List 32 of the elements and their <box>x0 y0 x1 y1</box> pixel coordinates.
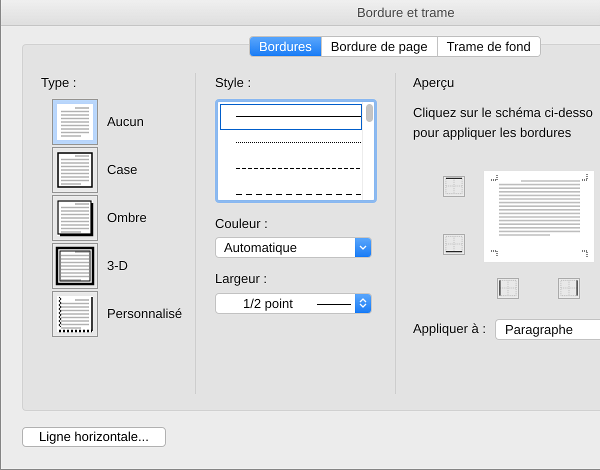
option-label: Ombre <box>107 209 147 228</box>
apply-to-label: Appliquer à : <box>413 320 486 338</box>
preview-heading: Aperçu <box>413 74 456 92</box>
horizontal-line-button[interactable]: Ligne horizontale... <box>22 427 166 447</box>
border-type-option[interactable] <box>52 147 98 193</box>
option-label: Case <box>107 161 138 180</box>
type-label: Type : <box>41 74 78 92</box>
style-label: Style : <box>215 74 252 92</box>
color-dropdown[interactable]: Automatique <box>215 237 372 258</box>
border-type-option[interactable] <box>52 243 98 289</box>
option-label: 3-D <box>107 257 128 276</box>
option-label: Aucun <box>107 113 144 132</box>
color-label: Couleur : <box>215 214 269 232</box>
line-style-list[interactable] <box>215 98 377 202</box>
chevron-down-icon <box>359 244 367 250</box>
option-label: Personnalisé <box>107 305 182 324</box>
stepper-arrows-icon <box>359 297 367 309</box>
line-style-option[interactable] <box>220 104 362 130</box>
instructions-text: Cliquez sur le schéma ci-desso pour appliquer les bordures <box>413 104 594 142</box>
apply-to-dropdown[interactable]: Paragraphe <box>495 318 600 340</box>
border-type-option[interactable] <box>52 195 98 241</box>
tab[interactable]: Trame de fond <box>436 37 540 56</box>
bottom-border-button[interactable] <box>443 234 465 254</box>
width-dropdown[interactable]: 1/2 point <box>215 292 372 314</box>
window-title: Bordure et trame <box>357 4 455 22</box>
left-border-button[interactable] <box>497 278 519 298</box>
width-label: Largeur : <box>215 270 268 288</box>
border-type-option[interactable] <box>52 291 98 337</box>
scrollbar-thumb[interactable] <box>366 104 373 122</box>
line-sample <box>316 302 351 306</box>
right-border-button[interactable] <box>558 278 580 298</box>
top-border-button[interactable] <box>443 176 465 196</box>
